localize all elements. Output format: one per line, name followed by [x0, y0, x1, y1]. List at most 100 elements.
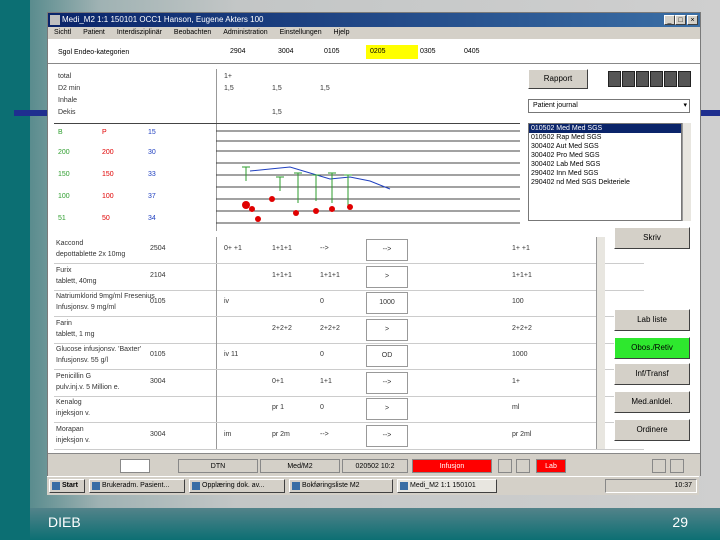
order-row[interactable]: Morapan injeksjon v. 3004 im pr 2m --> --> pr 2…	[54, 422, 644, 450]
inf-transf-button[interactable]: Inf/Transf	[614, 363, 690, 385]
grid-slot-6[interactable]	[678, 71, 691, 87]
med-admin-button[interactable]: Med.anldel.	[614, 391, 690, 413]
time-col-1[interactable]: 3004	[274, 45, 326, 59]
menu-observe[interactable]: Beobachten	[174, 29, 211, 36]
order-cell-c4[interactable]: -->	[366, 424, 408, 447]
order-cell-c4[interactable]: -->	[366, 371, 408, 394]
order-row[interactable]: Kaccond depottablette 2x 10mg 2504 0+ +1 1+1…	[54, 237, 644, 264]
menu-help[interactable]: Hjelp	[334, 29, 350, 36]
order-cell-c4[interactable]: OD	[366, 345, 408, 367]
time-col-2[interactable]: 0105	[320, 45, 372, 59]
list-scrollbar[interactable]	[682, 123, 691, 221]
status-alert[interactable]: Infusjon	[412, 459, 492, 473]
skriv-button[interactable]: Skriv	[614, 227, 690, 249]
journal-select[interactable]: Patient journal ▾	[528, 99, 690, 113]
observation-button[interactable]: Obos./Retiv	[614, 337, 690, 359]
list-item[interactable]: 010502 Med Med SGS	[529, 124, 681, 133]
divider	[216, 290, 217, 316]
journal-select-value: Patient journal	[533, 102, 578, 109]
time-col-0[interactable]: 2904	[226, 45, 278, 59]
status-slot	[516, 459, 530, 473]
order-cell-code: 0105	[150, 298, 166, 305]
lab-list-button[interactable]: Lab liste	[614, 309, 690, 331]
list-item[interactable]: 300402 Lab Med SGS	[529, 160, 681, 169]
order-row[interactable]: Farin tablett, 1 mg 2+2+2 2+2+2 >2+2+2	[54, 316, 644, 344]
order-row[interactable]: Kenalog injeksjon v. pr 1 0 > ml	[54, 396, 644, 423]
order-cell-code: 0105	[150, 351, 166, 358]
order-name: Morapan	[56, 425, 84, 433]
grid-slot-1[interactable]	[608, 71, 621, 87]
order-name: Glucose infusjonsv. 'Baxter'	[56, 346, 142, 353]
order-cell-c4[interactable]: 1000	[366, 292, 408, 314]
order-cell-c2: 0+1	[272, 377, 284, 385]
menu-patient[interactable]: Patient	[83, 29, 105, 36]
order-detail: injeksjon v.	[56, 436, 91, 444]
list-item[interactable]: 290402 nd Med SGS Dekteriele	[529, 178, 681, 187]
list-item[interactable]: 010502 Rap Med SGS	[529, 133, 681, 142]
app-icon	[292, 482, 300, 490]
order-cell-code: 2504	[150, 245, 166, 252]
list-item[interactable]: 290402 Inn Med SGS	[529, 169, 681, 178]
chevron-down-icon[interactable]: ▾	[683, 100, 687, 112]
start-label: Start	[62, 482, 78, 489]
close-button[interactable]: ×	[687, 15, 698, 25]
blue-series-line	[249, 166, 391, 190]
grid-slot-3[interactable]	[636, 71, 649, 87]
orders-scrollbar[interactable]	[596, 237, 605, 449]
menu-administration[interactable]: Administration	[223, 29, 267, 36]
windows-logo-icon	[52, 482, 60, 490]
order-name: Kaccond	[56, 240, 84, 247]
list-item[interactable]: 300402 Pro Med SGS	[529, 151, 681, 160]
order-row[interactable]: Furix tablett, 40mg 2104 1+1+1 1+1+1 >1+1+1	[54, 263, 644, 291]
scale-label: 51	[58, 215, 66, 222]
taskbar-item-label: Bokføringsliste M2	[302, 482, 360, 489]
order-row[interactable]: Natriumklorid 9mg/ml Fresenius Infusjonsv…	[54, 290, 644, 317]
order-detail: pulv.inj.v. 5 Million e.	[56, 383, 120, 391]
order-cell-c5: 1000	[512, 351, 528, 358]
minimize-button[interactable]: _	[664, 15, 675, 25]
scale-label: 33	[148, 171, 156, 178]
time-col-5[interactable]: 0405	[460, 45, 512, 59]
maximize-button[interactable]: □	[675, 15, 686, 25]
menu-settings[interactable]: Einstellungen	[280, 29, 322, 36]
vital-label: Inhale	[58, 97, 78, 104]
vital-value: 1,5	[272, 85, 282, 92]
status-field-input[interactable]	[120, 459, 150, 473]
order-row[interactable]: Penicillin G pulv.inj.v. 5 Million e. 3004…	[54, 369, 644, 397]
order-name: Furix	[56, 266, 72, 274]
order-cell-c1: iv 11	[224, 351, 239, 358]
scale-label: B	[58, 129, 63, 136]
vital-value: 1,5	[272, 109, 282, 116]
taskbar-item[interactable]: Bokføringsliste M2	[289, 479, 393, 493]
order-cell-c1: 0+ +1	[224, 245, 242, 252]
status-slot	[670, 459, 684, 473]
order-cell-c2: pr 2m	[272, 430, 290, 438]
time-header: Sgol Endeo-kategorien 2904 3004 0105 020…	[48, 41, 700, 64]
order-row[interactable]: Glucose infusjonsv. 'Baxter' Infusjonsv. …	[54, 343, 644, 370]
menu-interdisciplinary[interactable]: Interdisziplinär	[117, 29, 162, 36]
taskbar-item[interactable]: Opplæring dok. av...	[189, 479, 285, 493]
rapport-button[interactable]: Rapport	[528, 69, 588, 89]
order-cell-c4[interactable]: >	[366, 398, 408, 420]
order-cell-c4[interactable]: -->	[366, 239, 408, 261]
status-alert[interactable]: Lab	[536, 459, 566, 473]
time-col-3-selected[interactable]: 0205	[366, 45, 418, 59]
app-window: Medi_M2 1:1 150101 OCC1 Hanson, Eugene A…	[47, 12, 701, 476]
ordinere-button[interactable]: Ordinere	[614, 419, 690, 441]
order-cell-c4[interactable]: >	[366, 318, 408, 341]
start-button[interactable]: Start	[49, 479, 85, 493]
grid-slot-4[interactable]	[650, 71, 663, 87]
order-cell-c4[interactable]: >	[366, 265, 408, 288]
list-item[interactable]: 300402 Aut Med SGS	[529, 142, 681, 151]
taskbar-item-active[interactable]: Medi_M2 1:1 150101	[397, 479, 497, 493]
journal-list[interactable]: 010502 Med Med SGS 010502 Rap Med SGS 30…	[528, 123, 682, 221]
order-cell-c3: -->	[320, 430, 329, 438]
menu-sichtl[interactable]: Sichtl	[54, 29, 71, 36]
vitals-panel: total 1+ D2 min 1,5 1,5 1,5 Inhale Dekis…	[54, 69, 520, 231]
footer-left-label: DIEB	[48, 514, 81, 530]
taskbar-item[interactable]: Brukeradm. Pasient...	[89, 479, 185, 493]
status-bar: DTN Med/M2 020502 10:2 Infusjon Lab	[48, 453, 700, 476]
app-icon	[400, 482, 408, 490]
grid-slot-5[interactable]	[664, 71, 677, 87]
grid-slot-2[interactable]	[622, 71, 635, 87]
